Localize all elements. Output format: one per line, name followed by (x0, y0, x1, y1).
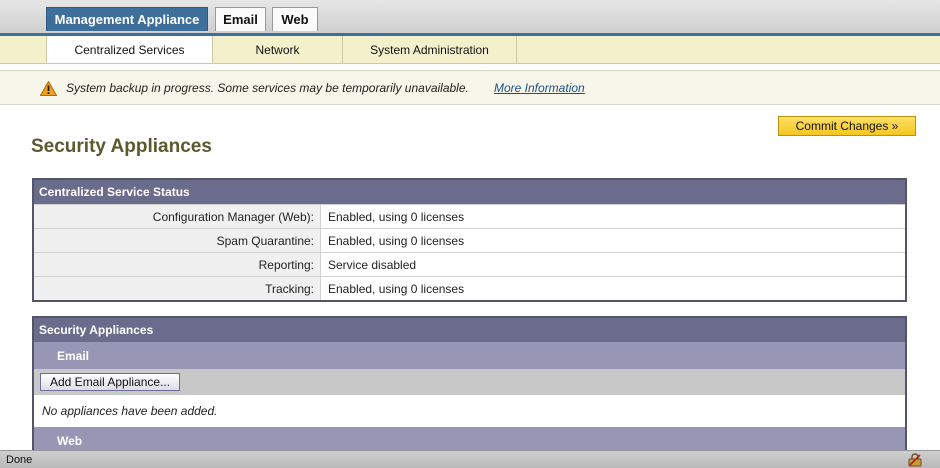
table-row: Reporting: Service disabled (34, 252, 905, 276)
security-appliances-title: Security Appliances (34, 318, 905, 342)
table-row: Configuration Manager (Web): Enabled, us… (34, 204, 905, 228)
status-value: Enabled, using 0 licenses (328, 209, 465, 224)
web-section-heading: Web (34, 427, 905, 450)
status-label: Configuration Manager (Web): (34, 205, 321, 228)
table-row: Spam Quarantine: Enabled, using 0 licens… (34, 228, 905, 252)
status-label: Reporting: (34, 253, 321, 276)
more-information-link[interactable]: More Information (494, 81, 585, 95)
service-status-title: Centralized Service Status (34, 180, 905, 204)
status-value: Service disabled (328, 257, 417, 272)
tab-management-appliance[interactable]: Management Appliance (46, 7, 208, 31)
status-value: Enabled, using 0 licenses (328, 281, 465, 296)
table-row: Tracking: Enabled, using 0 licenses (34, 276, 905, 300)
email-button-row: Add Email Appliance... (34, 369, 905, 395)
notice-text: System backup in progress. Some services… (66, 81, 469, 95)
backup-notice: System backup in progress. Some services… (0, 70, 940, 105)
subnav-system-administration[interactable]: System Administration (343, 36, 517, 63)
browser-status-bar: Done (0, 450, 940, 468)
subnav-centralized-services[interactable]: Centralized Services (46, 36, 213, 63)
page-title: Security Appliances (31, 136, 212, 157)
top-tab-bar: Management Appliance Email Web (0, 0, 940, 33)
warning-icon (40, 81, 57, 96)
security-status-icon[interactable] (908, 453, 922, 467)
tab-web[interactable]: Web (272, 7, 318, 31)
status-text: Done (6, 453, 33, 466)
subnav-network[interactable]: Network (213, 36, 343, 63)
status-label: Spam Quarantine: (34, 229, 321, 252)
security-appliances-panel: Security Appliances Email Add Email Appl… (32, 316, 907, 450)
status-value: Enabled, using 0 licenses (328, 233, 465, 248)
commit-changes-button[interactable]: Commit Changes » (778, 116, 916, 136)
sub-navigation: Centralized Services Network System Admi… (0, 33, 940, 64)
service-status-panel: Centralized Service Status Configuration… (32, 178, 907, 302)
email-section-heading: Email (34, 342, 905, 369)
email-empty-message: No appliances have been added. (42, 404, 218, 418)
tab-email[interactable]: Email (215, 7, 266, 31)
add-email-appliance-button[interactable]: Add Email Appliance... (40, 373, 181, 391)
status-label: Tracking: (34, 277, 321, 300)
